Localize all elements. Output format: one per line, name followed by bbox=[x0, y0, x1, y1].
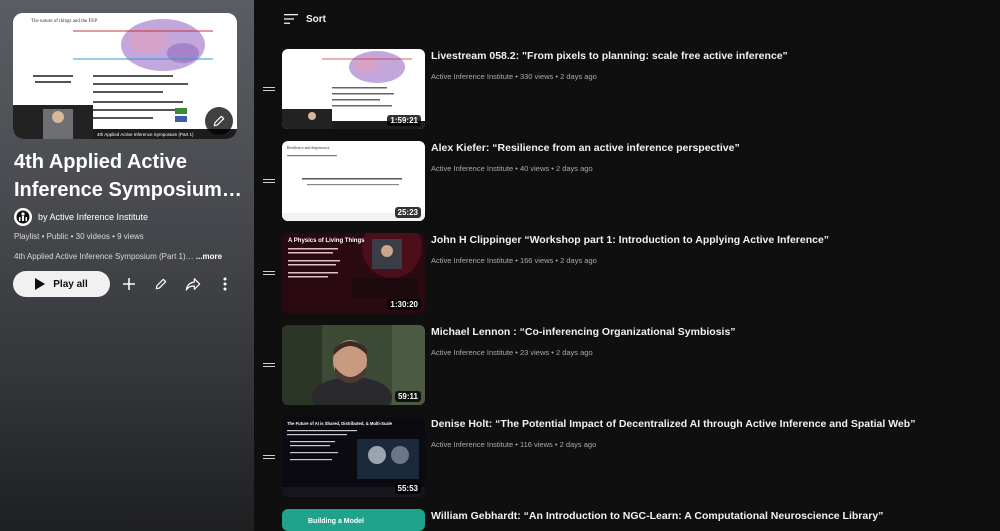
video-meta: Active Inference Institute • 166 views •… bbox=[431, 256, 597, 265]
playlist-video-row[interactable]: Resilience and degeneracy 25:23 Alex Kie… bbox=[260, 141, 1000, 221]
play-all-label: Play all bbox=[53, 278, 88, 290]
pencil-icon bbox=[213, 115, 225, 127]
video-duration: 59:11 bbox=[394, 391, 421, 402]
upload-age: 2 days ago bbox=[555, 164, 593, 173]
video-thumbnail[interactable]: Resilience and degeneracy 25:23 bbox=[282, 141, 425, 221]
video-meta: Active Inference Institute • 23 views • … bbox=[431, 348, 593, 357]
video-duration: 1:30:20 bbox=[387, 299, 421, 310]
more-options-button[interactable] bbox=[212, 271, 238, 297]
video-duration: 25:23 bbox=[394, 207, 421, 218]
playlist-thumbnail-banner: 4th Applied Active Inference Symposium (… bbox=[97, 132, 194, 137]
video-thumbnail[interactable]: 1:59:21 bbox=[282, 49, 425, 129]
channel-name[interactable]: Active Inference Institute bbox=[431, 72, 513, 81]
video-thumbnail[interactable]: A Physics of Living Things 1:30:20 bbox=[282, 233, 425, 313]
share-icon bbox=[185, 278, 201, 291]
drag-handle-icon[interactable] bbox=[263, 271, 275, 276]
video-duration: 55:53 bbox=[394, 483, 421, 494]
more-link[interactable]: ...more bbox=[196, 252, 222, 261]
channel-name[interactable]: Active Inference Institute bbox=[431, 256, 513, 265]
drag-handle-icon[interactable] bbox=[263, 363, 275, 368]
video-thumbnail[interactable]: The Future of AI is Shared, Distributed,… bbox=[282, 417, 425, 497]
view-count: 116 views bbox=[519, 440, 553, 449]
playlist-video-row[interactable]: The Future of AI is Shared, Distributed,… bbox=[260, 417, 1000, 497]
playlist-owner[interactable]: by Active Inference Institute bbox=[14, 208, 148, 226]
playlist-title: 4th Applied Active Inference Symposium … bbox=[14, 151, 222, 201]
video-title[interactable]: Alex Kiefer: “Resilience from an active … bbox=[431, 142, 740, 154]
thumbnail-image: Building a Model bbox=[282, 509, 425, 531]
thumbnail-heading: The Future of AI is Shared, Distributed,… bbox=[287, 421, 393, 426]
play-icon bbox=[35, 278, 46, 290]
pencil-icon bbox=[155, 278, 167, 290]
video-thumbnail[interactable]: Building a Model bbox=[282, 509, 425, 531]
view-count: 166 views bbox=[519, 256, 554, 265]
playlist-video-row[interactable]: A Physics of Living Things 1:30:20 John … bbox=[260, 233, 1000, 313]
playlist-video-row[interactable]: Building a Model William Gebhardt: “An I… bbox=[260, 509, 1000, 531]
thumbnail-heading: Resilience and degeneracy bbox=[287, 145, 330, 150]
upload-age: 2 days ago bbox=[560, 256, 597, 265]
video-title[interactable]: Livestream 058.2: "From pixels to planni… bbox=[431, 50, 788, 62]
owner-name[interactable]: by Active Inference Institute bbox=[38, 212, 148, 222]
slide-heading: The nature of things and the FEP bbox=[31, 19, 97, 24]
video-duration: 1:59:21 bbox=[387, 115, 421, 126]
channel-name[interactable]: Active Inference Institute bbox=[431, 440, 513, 449]
edit-thumbnail-button[interactable] bbox=[205, 107, 233, 135]
edit-playlist-button[interactable] bbox=[148, 271, 174, 297]
video-meta: Active Inference Institute • 330 views •… bbox=[431, 72, 597, 81]
video-meta: Active Inference Institute • 40 views • … bbox=[431, 164, 593, 173]
drag-handle-icon[interactable] bbox=[263, 179, 275, 184]
avatar[interactable] bbox=[14, 208, 32, 226]
more-vert-icon bbox=[223, 277, 227, 291]
upload-age: 2 days ago bbox=[560, 72, 597, 81]
thumbnail-heading: Building a Model bbox=[308, 518, 364, 525]
channel-name[interactable]: Active Inference Institute bbox=[431, 348, 513, 357]
sort-button[interactable]: Sort bbox=[284, 13, 326, 25]
thumbnail-heading: A Physics of Living Things bbox=[288, 238, 365, 244]
share-button[interactable] bbox=[180, 271, 206, 297]
add-to-playlist-button[interactable] bbox=[116, 271, 142, 297]
plus-icon bbox=[123, 278, 135, 290]
playlist-meta: Playlist • Public • 30 videos • 9 views bbox=[14, 232, 144, 241]
playlist-description: 4th Applied Active Inference Symposium (… bbox=[14, 252, 239, 261]
video-title[interactable]: Denise Holt: “The Potential Impact of De… bbox=[431, 418, 915, 430]
sort-icon bbox=[284, 14, 298, 24]
channel-logo-icon bbox=[16, 210, 30, 224]
channel-name[interactable]: Active Inference Institute bbox=[431, 164, 513, 173]
video-title[interactable]: Michael Lennon : “Co-inferencing Organiz… bbox=[431, 326, 736, 338]
sort-label: Sort bbox=[306, 13, 326, 25]
drag-handle-icon[interactable] bbox=[263, 87, 275, 92]
upload-age: 2 days ago bbox=[559, 440, 597, 449]
view-count: 40 views bbox=[519, 164, 550, 173]
view-count: 330 views bbox=[519, 72, 554, 81]
playlist-thumbnail-image: The nature of things and the FEP 4th App… bbox=[13, 13, 237, 139]
playlist-header: The nature of things and the FEP 4th App… bbox=[0, 0, 254, 531]
view-count: 23 views bbox=[519, 348, 550, 357]
video-title[interactable]: William Gebhardt: “An Introduction to NG… bbox=[431, 510, 883, 522]
video-meta: Active Inference Institute • 116 views •… bbox=[431, 440, 596, 449]
playlist-video-row[interactable]: 1:59:21 Livestream 058.2: "From pixels t… bbox=[260, 49, 1000, 129]
play-all-button[interactable]: Play all bbox=[13, 271, 110, 297]
video-title[interactable]: John H Clippinger “Workshop part 1: Intr… bbox=[431, 234, 829, 246]
video-thumbnail[interactable]: 59:11 bbox=[282, 325, 425, 405]
playlist-thumbnail[interactable]: The nature of things and the FEP 4th App… bbox=[13, 13, 237, 139]
playlist-actions: Play all bbox=[13, 271, 238, 297]
playlist-video-row[interactable]: 59:11 Michael Lennon : “Co-inferencing O… bbox=[260, 325, 1000, 405]
upload-age: 2 days ago bbox=[555, 348, 593, 357]
drag-handle-icon[interactable] bbox=[263, 455, 275, 460]
description-text: 4th Applied Active Inference Symposium (… bbox=[14, 252, 194, 261]
